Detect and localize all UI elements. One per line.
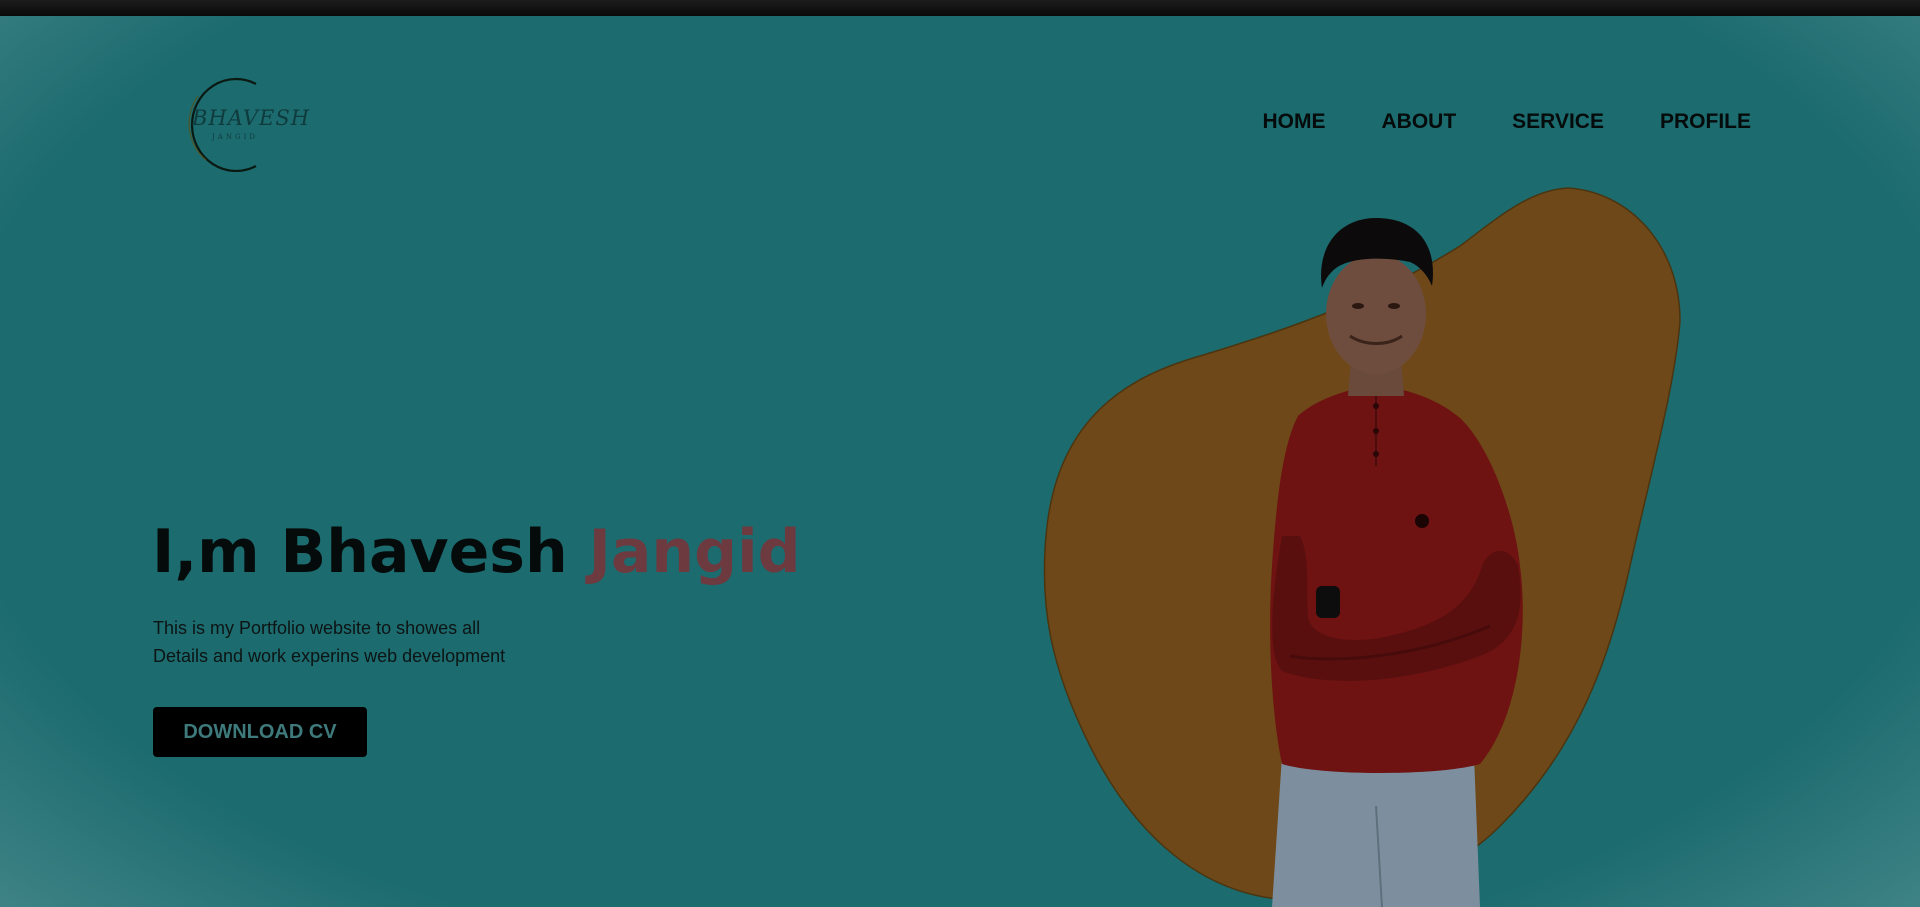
logo-main-text: BHAVESH	[192, 106, 311, 130]
nav-profile-link[interactable]: PROFILE	[1660, 110, 1751, 134]
site-logo[interactable]: BHAVESH JANGID	[176, 76, 309, 172]
hero-description: This is my Portfolio website to showes a…	[153, 614, 573, 670]
browser-top-strip	[0, 0, 1920, 16]
nav-service-link[interactable]: SERVICE	[1512, 110, 1604, 134]
nav-about-link[interactable]: ABOUT	[1381, 110, 1456, 134]
hero-title: I,m Bhavesh Jangid	[152, 522, 801, 582]
download-cv-button[interactable]: DOWNLOAD CV	[153, 707, 367, 757]
hero-description-line-1: This is my Portfolio website to showes a…	[153, 618, 481, 638]
nav-home-link[interactable]: HOME	[1262, 110, 1325, 134]
logo-sub-text: JANGID	[212, 133, 258, 141]
main-nav: HOME ABOUT SERVICE PROFILE	[1262, 110, 1751, 134]
hero-title-prefix: I,m Bhavesh	[152, 517, 589, 587]
portfolio-page: BHAVESH JANGID HOME ABOUT SERVICE PROFIL…	[0, 16, 1920, 907]
hero-illustration	[1020, 186, 1720, 907]
hero-description-line-2: Details and work experins web developmen…	[153, 646, 506, 666]
hero-title-highlight: Jangid	[588, 517, 801, 587]
